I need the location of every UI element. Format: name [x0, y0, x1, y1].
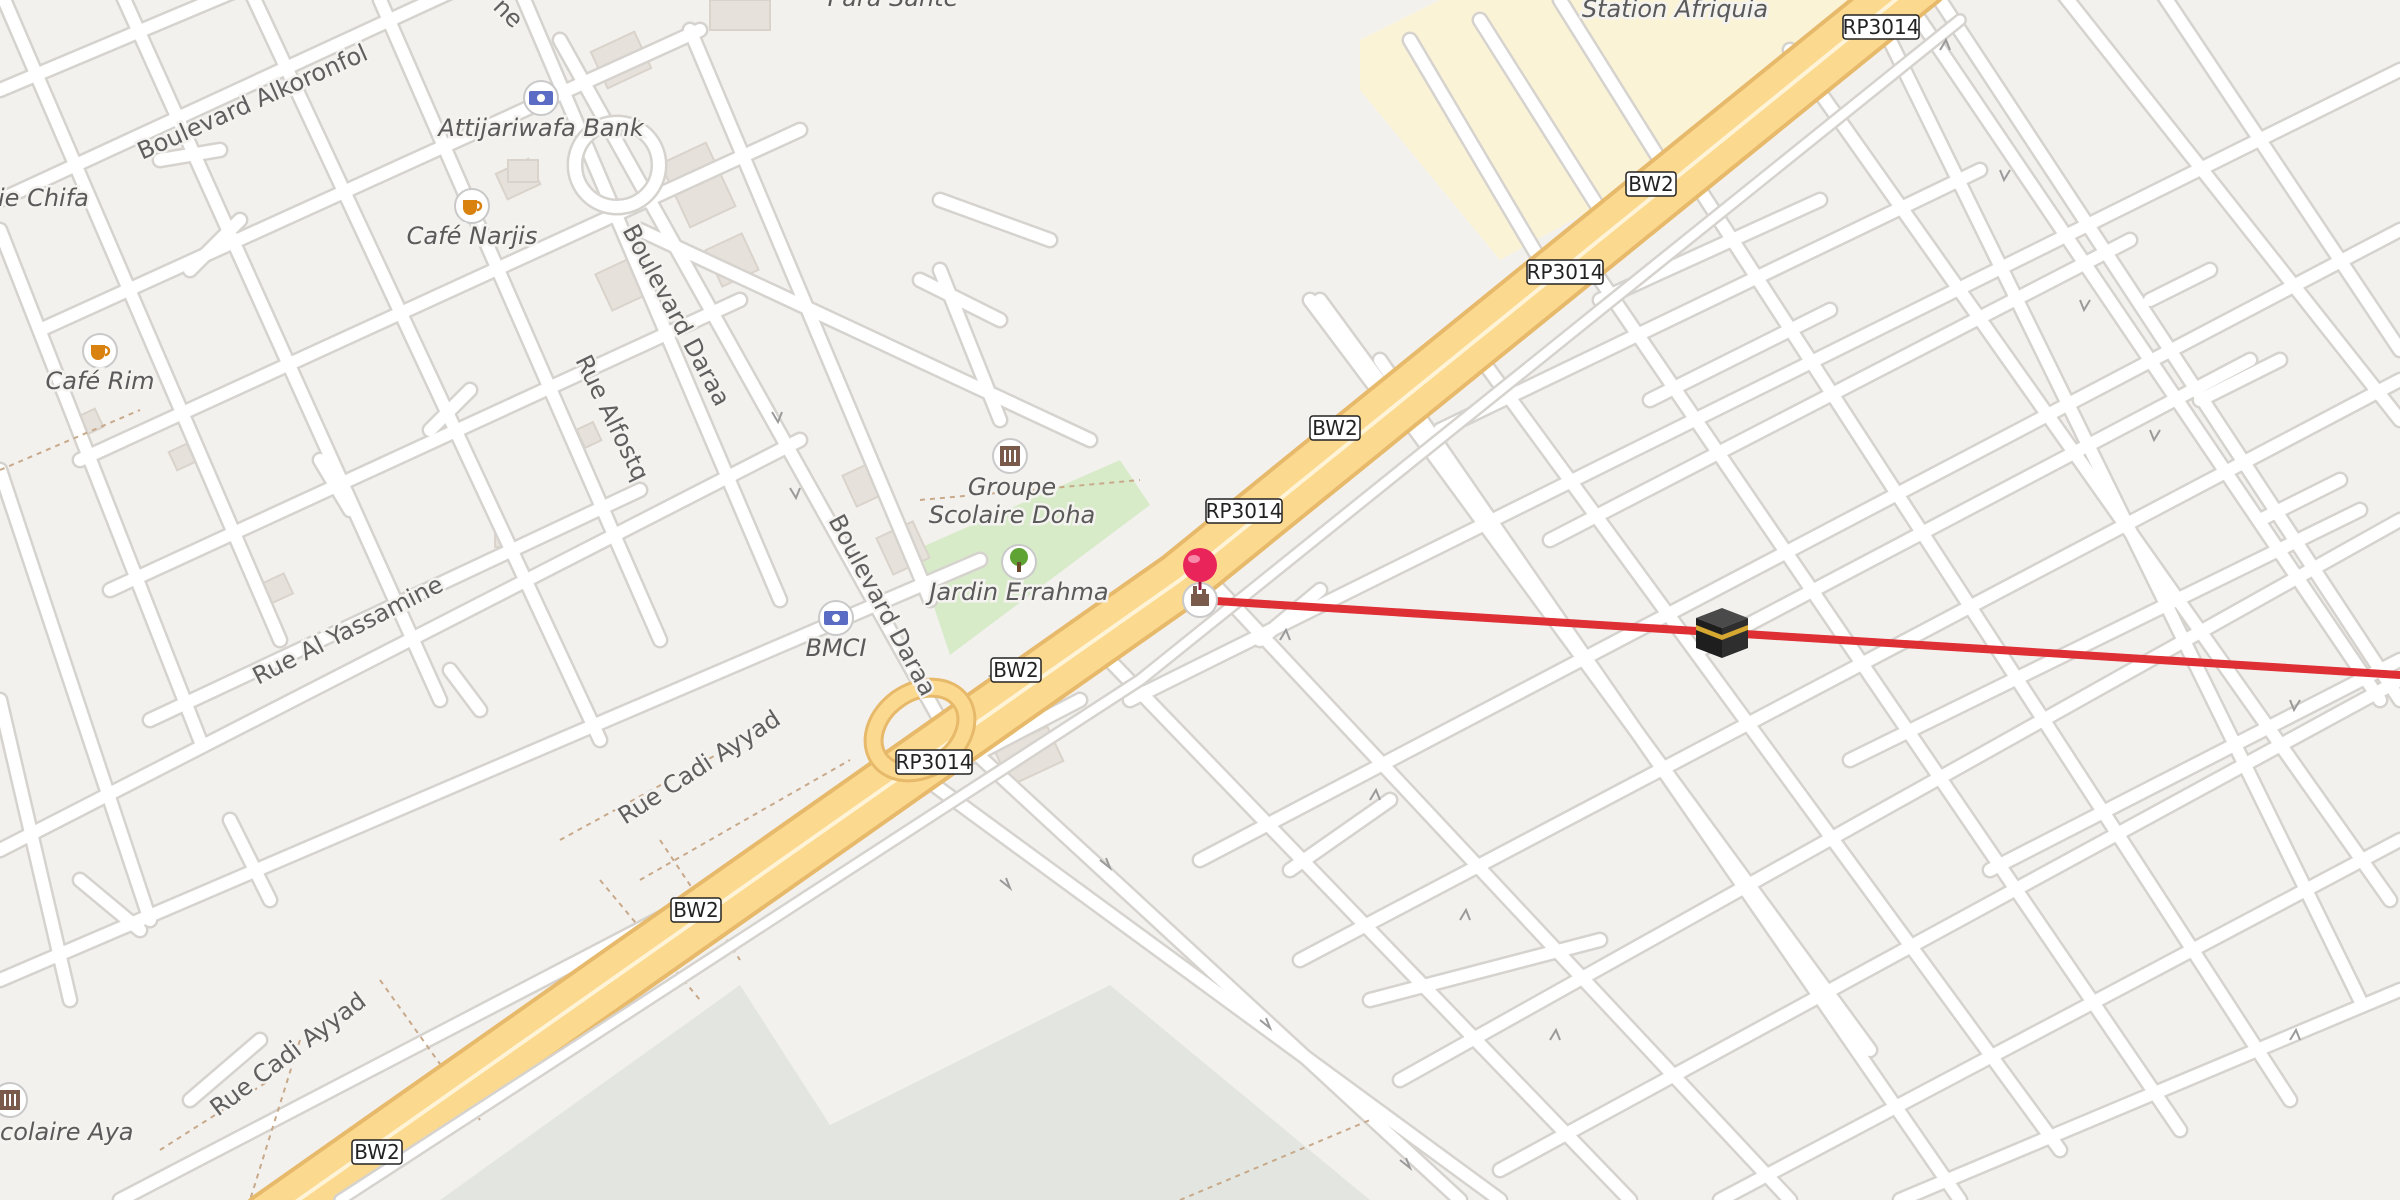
poi-label: Café Narjis	[407, 222, 538, 250]
route-shield-rp3014: RP3014	[1842, 14, 1920, 40]
park-tree-icon	[1001, 544, 1037, 580]
svg-text:RP3014: RP3014	[896, 750, 973, 774]
poi-station-afriquia[interactable]: Station Afriquia	[1579, 0, 1770, 26]
bank-icon	[818, 600, 854, 636]
bank-icon	[523, 80, 559, 116]
route-shield-bw2: BW2	[990, 657, 1042, 683]
poi-label: Station Afriquia	[1582, 0, 1768, 23]
poi-label: Café Rim	[45, 367, 154, 395]
svg-text:BW2: BW2	[993, 658, 1039, 682]
svg-text:RP3014: RP3014	[1843, 15, 1920, 39]
street-label-rue-cadi-ayyad-south: Rue Cadi Ayyad	[205, 987, 371, 1122]
school-icon	[992, 438, 1028, 474]
route-shield-bw2: BW2	[351, 1139, 403, 1165]
route-shield-bw2: BW2	[1309, 415, 1361, 441]
poi-label: colaire Aya	[0, 1118, 134, 1146]
poi-scolaire-aya[interactable]: colaire Aya	[0, 1082, 136, 1149]
route-shield-bw2: BW2	[670, 897, 722, 923]
map-canvas[interactable]: Boulevard Alkoronfol Boulevard Daraa Bou…	[0, 0, 2400, 1200]
poi-attijariwafa-bank[interactable]: Attijariwafa Bank	[434, 80, 647, 145]
route-shield-rp3014: RP3014	[1526, 259, 1604, 285]
route-shield-rp3014: RP3014	[895, 749, 973, 775]
kaaba-icon	[1696, 608, 1748, 658]
poi-cafe-narjis[interactable]: Café Narjis	[404, 188, 540, 253]
street-label-rue-cadi-ayyad-north: Rue Cadi Ayyad	[613, 705, 785, 831]
school-icon	[0, 1082, 28, 1118]
cafe-icon	[82, 333, 118, 369]
poi-label-line1: Groupe	[968, 473, 1056, 501]
route-shield-rp3014: RP3014	[1205, 498, 1283, 524]
qibla-kaaba[interactable]	[1696, 608, 1748, 658]
poi-label: BMCI	[805, 634, 866, 662]
route-shield-bw2: BW2	[1625, 171, 1677, 197]
poi-chifa[interactable]: ie Chifa	[0, 182, 91, 215]
poi-label: ie Chifa	[0, 184, 89, 212]
cafe-icon	[454, 188, 490, 224]
poi-label: Jardin Errahma	[925, 578, 1108, 606]
svg-text:RP3014: RP3014	[1527, 260, 1604, 284]
svg-text:BW2: BW2	[354, 1140, 400, 1164]
poi-para-sante[interactable]: Para Santé	[825, 0, 961, 15]
svg-text:BW2: BW2	[673, 898, 719, 922]
svg-text:BW2: BW2	[1312, 416, 1358, 440]
poi-label: Attijariwafa Bank	[436, 114, 644, 142]
poi-label-line2: Scolaire Doha	[929, 501, 1096, 529]
svg-text:BW2: BW2	[1628, 172, 1674, 196]
svg-text:RP3014: RP3014	[1206, 499, 1283, 523]
poi-label: Para Santé	[828, 0, 959, 12]
